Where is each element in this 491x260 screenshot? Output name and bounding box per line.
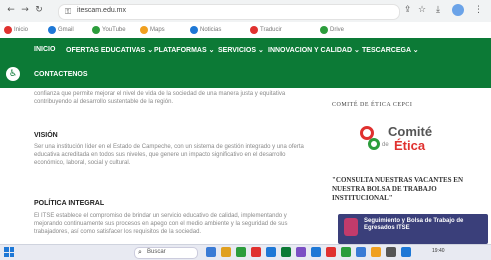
bookmark-item[interactable]: Noticias	[190, 25, 221, 35]
taskbar-app-icon[interactable]	[386, 247, 396, 257]
taskbar-app-icon[interactable]	[326, 247, 336, 257]
bookmark-star-icon[interactable]: ☆	[418, 5, 426, 15]
bookmark-favicon	[140, 26, 148, 34]
nav-item-servicios[interactable]: SERVICIOS ⌄	[218, 46, 264, 54]
taskbar-app-icon[interactable]	[221, 247, 231, 257]
alumni-logo-icon	[344, 218, 358, 236]
bookmark-label: Noticias	[200, 27, 222, 33]
main-navigation: INICIO OFERTAS EDUCATIVAS ⌄ PLATAFORMAS …	[0, 38, 491, 88]
taskbar-search[interactable]: ⌕ Buscar	[134, 247, 198, 259]
main-content: confianza que permite mejorar el nivel d…	[0, 88, 320, 244]
bookmark-label: YouTube	[102, 27, 126, 33]
bookmark-item[interactable]: Traducir	[250, 25, 282, 35]
bookmark-favicon	[250, 26, 258, 34]
bookmark-favicon	[48, 26, 56, 34]
intro-text: confianza que permite mejorar el nivel d…	[34, 91, 286, 105]
nav-item-tescarcega[interactable]: TESCARCEGA ⌄	[362, 46, 419, 54]
bookmark-label: Traducir	[260, 27, 282, 33]
taskbar-app-icon[interactable]	[266, 247, 276, 257]
vacancies-link[interactable]: "CONSULTA NUESTRAS VACANTES EN NUESTRA B…	[332, 176, 482, 203]
back-icon[interactable]: ←	[6, 5, 16, 15]
search-icon: ⌕	[138, 248, 142, 256]
windows-start-icon[interactable]	[4, 247, 14, 257]
ethics-committee-title: COMITÉ DE ÉTICA CEPCI	[332, 102, 413, 108]
policy-heading: POLÍTICA INTEGRAL	[34, 200, 105, 207]
nav-item-contactenos[interactable]: CONTACTENOS	[34, 71, 88, 78]
bookmark-label: Inicio	[14, 27, 29, 33]
vision-heading: VISIÓN	[34, 132, 58, 139]
taskbar-app-icon[interactable]	[401, 247, 411, 257]
bookmark-item[interactable]: Drive	[320, 25, 344, 35]
logo-word-de: de	[382, 142, 389, 148]
logo-ring-green	[368, 138, 380, 150]
policy-text: El ITSE establece el compromiso de brind…	[34, 213, 288, 235]
taskbar-app-icon[interactable]	[281, 247, 291, 257]
taskbar-app-icon[interactable]	[236, 247, 246, 257]
logo-word-etica: Ética	[394, 138, 426, 153]
taskbar-app-icon[interactable]	[371, 247, 381, 257]
share-icon[interactable]: ⇪	[404, 5, 412, 15]
taskbar-app-icon[interactable]	[341, 247, 351, 257]
bookmark-item[interactable]: Inicio	[4, 25, 28, 35]
ethics-committee-logo[interactable]: Comité de Ética	[360, 124, 440, 160]
download-icon[interactable]: ⤓	[436, 5, 440, 15]
bookmark-favicon	[320, 26, 328, 34]
bookmark-label: Drive	[330, 27, 345, 33]
sidebar: COMITÉ DE ÉTICA CEPCI Comité de Ética "C…	[326, 88, 491, 244]
bookmark-favicon	[190, 26, 198, 34]
accessibility-icon[interactable]: ♿	[6, 67, 20, 81]
bookmark-favicon	[92, 26, 100, 34]
address-bar[interactable]: ⚿ itescam.edu.mx	[58, 4, 400, 20]
nav-item-inicio[interactable]: INICIO	[34, 46, 55, 53]
taskbar-search-label: Buscar	[147, 249, 166, 255]
taskbar-app-icon[interactable]	[356, 247, 366, 257]
nav-item-innovacion[interactable]: INNOVACION Y CALIDAD ⌄	[268, 46, 360, 54]
vision-text: Ser una institución líder en el Estado d…	[34, 144, 304, 166]
alumni-banner-text: Seguimiento y Bolsa de Trabajo de Egresa…	[364, 218, 464, 231]
alumni-job-banner[interactable]: Seguimiento y Bolsa de Trabajo de Egresa…	[338, 214, 488, 244]
reload-icon[interactable]: ↻	[34, 5, 44, 15]
url-text: itescam.edu.mx	[77, 7, 127, 14]
bookmark-favicon	[4, 26, 12, 34]
system-clock[interactable]: 19:40	[432, 248, 445, 254]
nav-item-ofertas[interactable]: OFERTAS EDUCATIVAS ⌄	[66, 46, 153, 54]
site-info-icon[interactable]: ⚿	[65, 7, 71, 17]
windows-taskbar: ⌕ Buscar 19:40	[0, 244, 491, 260]
bookmarks-bar: Inicio Gmail YouTube Maps Noticias Tradu…	[0, 22, 491, 39]
taskbar-app-icon[interactable]	[206, 247, 216, 257]
logo-word-comite: Comité	[388, 124, 433, 139]
taskbar-app-icon[interactable]	[251, 247, 261, 257]
nav-item-plataformas[interactable]: PLATAFORMAS ⌄	[154, 46, 214, 54]
bookmark-item[interactable]: Maps	[140, 25, 165, 35]
browser-toolbar: ← → ↻ ⚿ itescam.edu.mx ⇪ ☆ ⤓ ⋮	[0, 0, 491, 23]
menu-icon[interactable]: ⋮	[474, 5, 483, 15]
forward-icon[interactable]: →	[20, 5, 30, 15]
bookmark-item[interactable]: Gmail	[48, 25, 74, 35]
taskbar-app-icon[interactable]	[296, 247, 306, 257]
bookmark-label: Maps	[150, 27, 165, 33]
bookmark-label: Gmail	[58, 27, 74, 33]
bookmark-item[interactable]: YouTube	[92, 25, 126, 35]
taskbar-app-icon[interactable]	[311, 247, 321, 257]
profile-avatar[interactable]	[452, 4, 464, 16]
